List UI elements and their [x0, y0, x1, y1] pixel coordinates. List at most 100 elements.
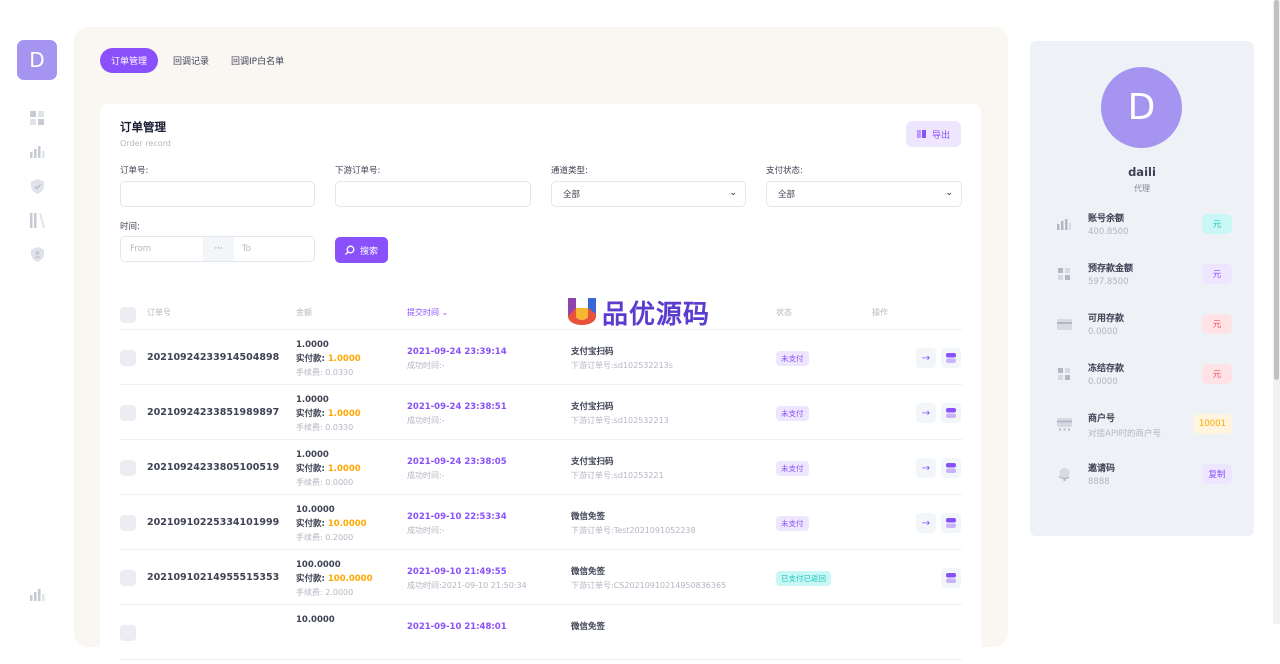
- status-badge: 未支付: [776, 406, 809, 421]
- terminal-icon: [1056, 416, 1072, 432]
- range-separator: ···: [203, 237, 234, 261]
- avatar[interactable]: D: [1101, 67, 1182, 148]
- stat-merchant-id: 商户号 对接API时的商户号 10001: [1056, 409, 1232, 441]
- stat-value: 0.0000: [1088, 327, 1118, 337]
- time-cell: 2021-09-10 21:49:55 成功时间:2021-09-10 21:50…: [407, 565, 527, 593]
- stat-prepaid-amount: 预存款金额 597.8500 元: [1056, 259, 1232, 291]
- arrow-right-icon: →: [921, 462, 931, 474]
- time-from-input[interactable]: From: [121, 237, 203, 261]
- row-checkbox[interactable]: [120, 405, 136, 421]
- col-status: 状态: [776, 308, 792, 317]
- table-row: 20210910214955515353 100.0000 实付款: 100.00…: [120, 550, 962, 605]
- toggle-button[interactable]: [941, 568, 961, 588]
- orders-card: 订单管理 Order record 导出 订单号: 下游订单号: 通道类型: 全…: [100, 104, 981, 664]
- copy-button[interactable]: 复制: [1202, 464, 1232, 484]
- arrow-right-button[interactable]: →: [916, 403, 936, 423]
- stat-value: 8888: [1088, 477, 1110, 487]
- scrollbar[interactable]: [1273, 0, 1280, 624]
- downstream-no: 下游订单号:sd102532213s: [571, 361, 673, 370]
- col-ops: 操作: [872, 308, 888, 317]
- select-all-checkbox[interactable]: [120, 307, 136, 323]
- stat-label: 可用存款: [1088, 314, 1125, 324]
- brand-logo[interactable]: D: [17, 40, 57, 80]
- stat-label: 邀请码: [1088, 464, 1116, 474]
- toggle-button[interactable]: [941, 513, 961, 533]
- chevron-down-icon: ⌄: [729, 188, 737, 198]
- downstream-no-label: 下游订单号:: [335, 166, 381, 176]
- left-rail: D: [0, 0, 74, 624]
- amount-cell: 1.0000 实付款: 1.0000 手续费: 0.0000: [296, 448, 361, 490]
- row-checkbox[interactable]: [120, 515, 136, 531]
- row-checkbox[interactable]: [120, 570, 136, 586]
- stat-value: 0.0000: [1088, 377, 1118, 387]
- success-time: 成功时间:-: [407, 471, 445, 480]
- row-checkbox[interactable]: [120, 350, 136, 366]
- toggle-button[interactable]: [941, 348, 961, 368]
- downstream-no: 下游订单号:CS20210910214950836365: [571, 581, 727, 590]
- success-time: 成功时间:-: [407, 416, 445, 425]
- pay-status-value: 全部: [778, 190, 796, 200]
- pay-status-select[interactable]: 全部 ⌄: [766, 181, 962, 207]
- shield-check-icon[interactable]: [28, 177, 46, 195]
- time-cell: 2021-09-10 22:53:34 成功时间:-: [407, 510, 507, 538]
- time-range-picker[interactable]: From ··· To: [120, 236, 315, 262]
- stat-pill: 元: [1202, 264, 1232, 284]
- dashboard-icon[interactable]: [28, 109, 46, 127]
- library-icon[interactable]: [28, 211, 46, 229]
- arrow-right-icon: →: [921, 517, 931, 529]
- scrollbar-thumb[interactable]: [1274, 0, 1279, 380]
- channel: 微信免签: [571, 622, 606, 632]
- toggle-button[interactable]: [941, 458, 961, 478]
- tab-order-management[interactable]: 订单管理: [100, 48, 159, 73]
- export-button[interactable]: 导出: [906, 121, 961, 147]
- toggle-icon: [946, 573, 956, 583]
- stat-label: 账号余额: [1088, 214, 1125, 224]
- tab-callback-ip-whitelist[interactable]: 回调IP白名单: [220, 48, 295, 73]
- card-title: 订单管理: [120, 120, 166, 134]
- profile-panel: D daili 代理 账号余额 400.8500 元 预存款金额 597.850…: [1030, 41, 1254, 536]
- search-button[interactable]: 搜索: [335, 237, 388, 263]
- paid-label: 实付款:: [296, 464, 325, 474]
- arrow-right-button[interactable]: →: [916, 348, 936, 368]
- downstream-no-input[interactable]: [335, 181, 531, 207]
- amount: 1.0000: [296, 395, 329, 405]
- submit-time: 2021-09-10 21:48:01: [407, 622, 507, 632]
- amount-cell: 10.0000: [296, 613, 335, 627]
- table-row: 20210910225334101999 10.0000 实付款: 10.0000…: [120, 495, 962, 550]
- stat-pill: 元: [1202, 214, 1232, 234]
- paid-label: 实付款:: [296, 574, 325, 584]
- row-checkbox[interactable]: [120, 460, 136, 476]
- card-icon: [1056, 316, 1072, 332]
- export-label: 导出: [931, 130, 950, 141]
- order-id: 20210910214955515353: [147, 572, 280, 583]
- paid-amount: 1.0000: [327, 409, 361, 419]
- submit-time: 2021-09-24 23:38:05: [407, 457, 507, 467]
- search-icon: [345, 245, 355, 255]
- channel-type-select[interactable]: 全部 ⌄: [551, 181, 746, 207]
- order-no-label: 订单号:: [120, 166, 149, 176]
- time-cell: 2021-09-24 23:39:14 成功时间:-: [407, 345, 507, 373]
- order-id: 20210910225334101999: [147, 517, 280, 528]
- shield-user-icon[interactable]: [28, 245, 46, 263]
- paid-amount: 1.0000: [327, 464, 361, 474]
- success-time: 成功时间:2021-09-10 21:50:34: [407, 581, 527, 590]
- amount-cell: 1.0000 实付款: 1.0000 手续费: 0.0330: [296, 338, 361, 380]
- row-checkbox[interactable]: [120, 625, 136, 641]
- amount-cell: 100.0000 实付款: 100.0000 手续费: 2.0000: [296, 558, 373, 600]
- bar-chart-icon[interactable]: [28, 143, 46, 161]
- pay-status-label: 支付状态:: [766, 166, 803, 176]
- tab-callback-records[interactable]: 回调记录: [162, 48, 220, 73]
- grid-icon: [1056, 266, 1072, 282]
- arrow-right-button[interactable]: →: [916, 513, 936, 533]
- toggle-button[interactable]: [941, 403, 961, 423]
- stat-value: 对接API时的商户号: [1088, 429, 1161, 439]
- col-submit-time[interactable]: 提交时间 ⌄: [407, 307, 448, 318]
- arrow-right-button[interactable]: →: [916, 458, 936, 478]
- order-no-input[interactable]: [120, 181, 315, 207]
- paid-amount: 100.0000: [327, 574, 373, 584]
- paid-label: 实付款:: [296, 519, 325, 529]
- watermark: 品优源码: [566, 294, 710, 331]
- main-panel: 订单管理 回调记录 回调IP白名单 订单管理 Order record 导出 订…: [74, 27, 1008, 664]
- stats-icon[interactable]: [28, 586, 46, 604]
- time-to-input[interactable]: To: [234, 237, 314, 261]
